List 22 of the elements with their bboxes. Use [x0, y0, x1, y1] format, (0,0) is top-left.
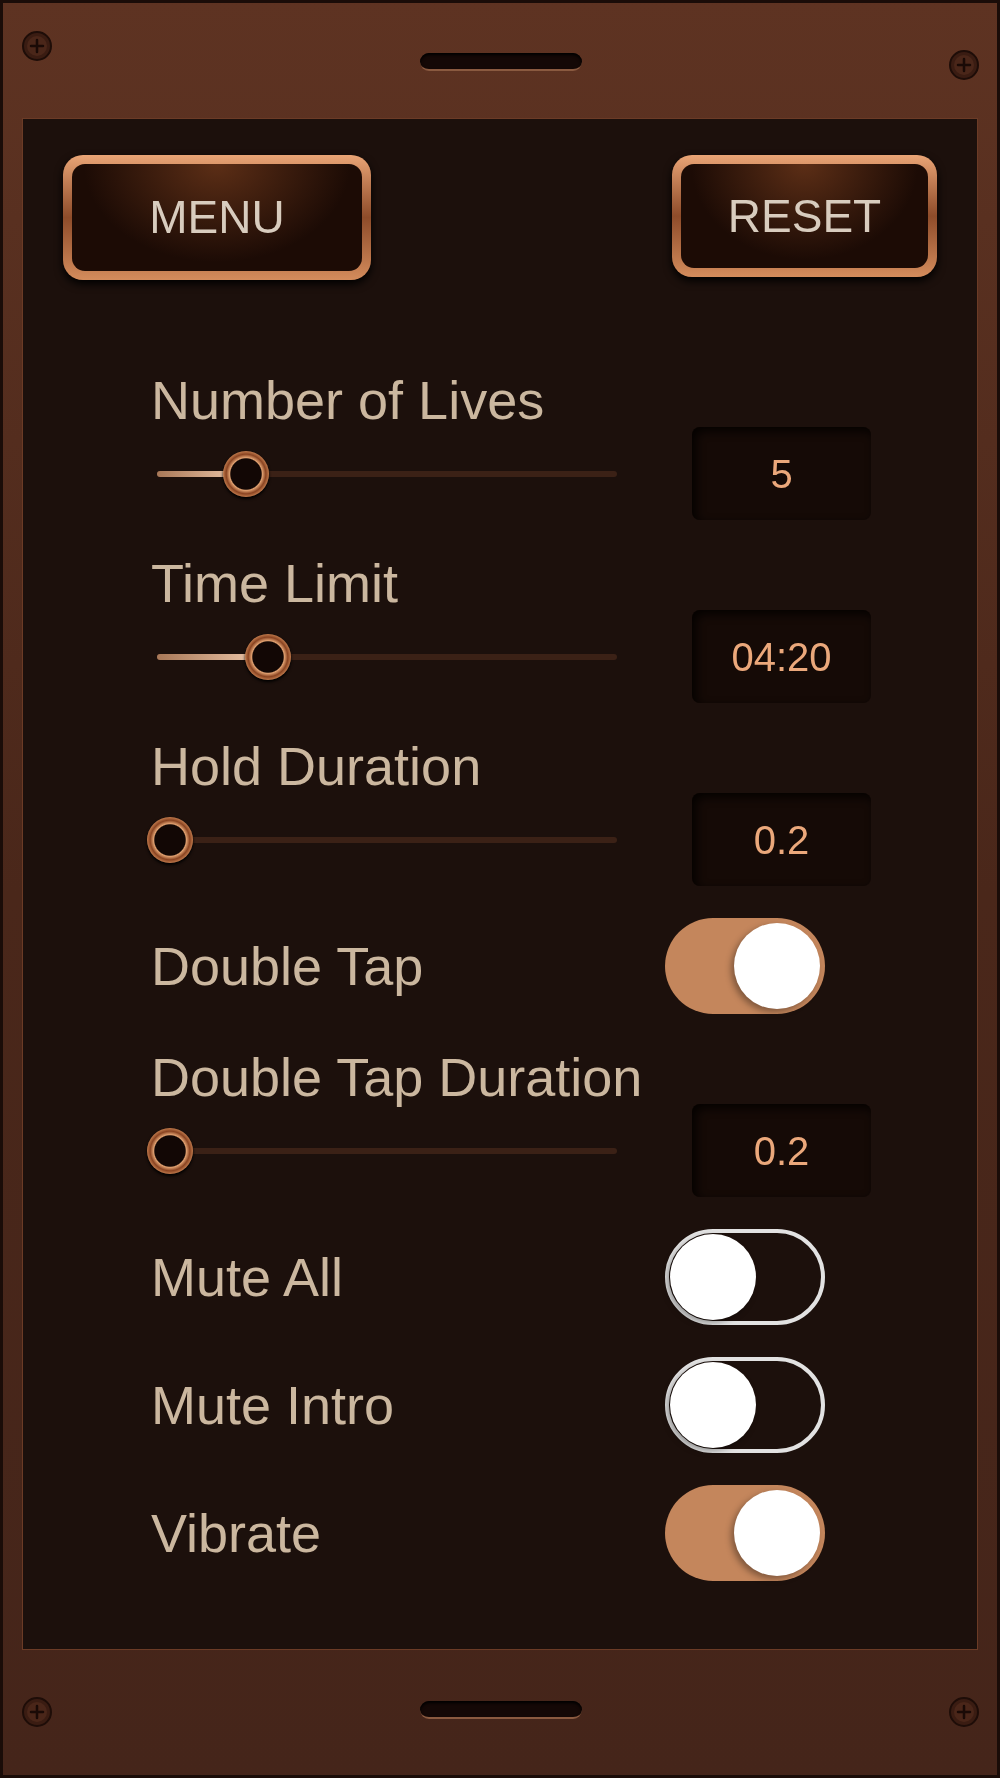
setting-label: Time Limit [151, 556, 398, 610]
screw-icon [22, 31, 52, 61]
setting-label: Mute All [151, 1250, 344, 1304]
slider-thumb[interactable] [244, 633, 291, 680]
screw-icon [949, 1697, 979, 1727]
slider-track[interactable] [147, 1127, 617, 1174]
screw-icon [949, 50, 979, 80]
value-display: 5 [692, 427, 871, 520]
value-display: 04:20 [692, 610, 871, 703]
value-display: 0.2 [692, 1104, 871, 1197]
screw-icon [22, 1697, 52, 1727]
setting-label: Mute Intro [151, 1378, 395, 1432]
slider-thumb[interactable] [223, 450, 270, 497]
setting-label: Hold Duration [151, 739, 482, 793]
slider-thumb[interactable] [147, 1127, 193, 1174]
reset-button[interactable]: RESET [672, 155, 937, 277]
value-display: 0.2 [692, 793, 871, 886]
slider-thumb[interactable] [147, 816, 193, 863]
setting-label: Number of Lives [151, 373, 545, 427]
setting-label: Vibrate [151, 1506, 322, 1560]
slider-track[interactable] [147, 816, 617, 863]
menu-button[interactable]: MENU [63, 155, 371, 280]
